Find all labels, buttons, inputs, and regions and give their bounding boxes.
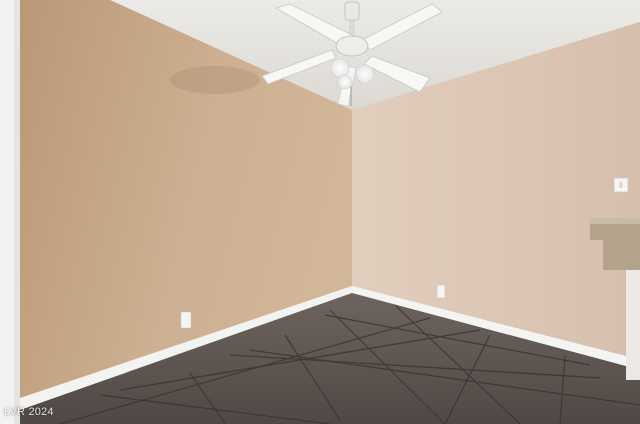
outlet-left (180, 311, 192, 329)
counter-top (590, 218, 640, 224)
fan-light (355, 64, 375, 84)
fan-light (337, 74, 353, 90)
room-photo (0, 0, 640, 424)
watermark-label: LVR 2024 (4, 406, 54, 418)
light-switch-toggle (619, 182, 623, 188)
door-frame-edge (14, 0, 20, 424)
fan-light (330, 58, 350, 78)
wall-shadow (170, 66, 260, 94)
outlet-right (436, 284, 446, 299)
right-pillar (626, 270, 640, 380)
